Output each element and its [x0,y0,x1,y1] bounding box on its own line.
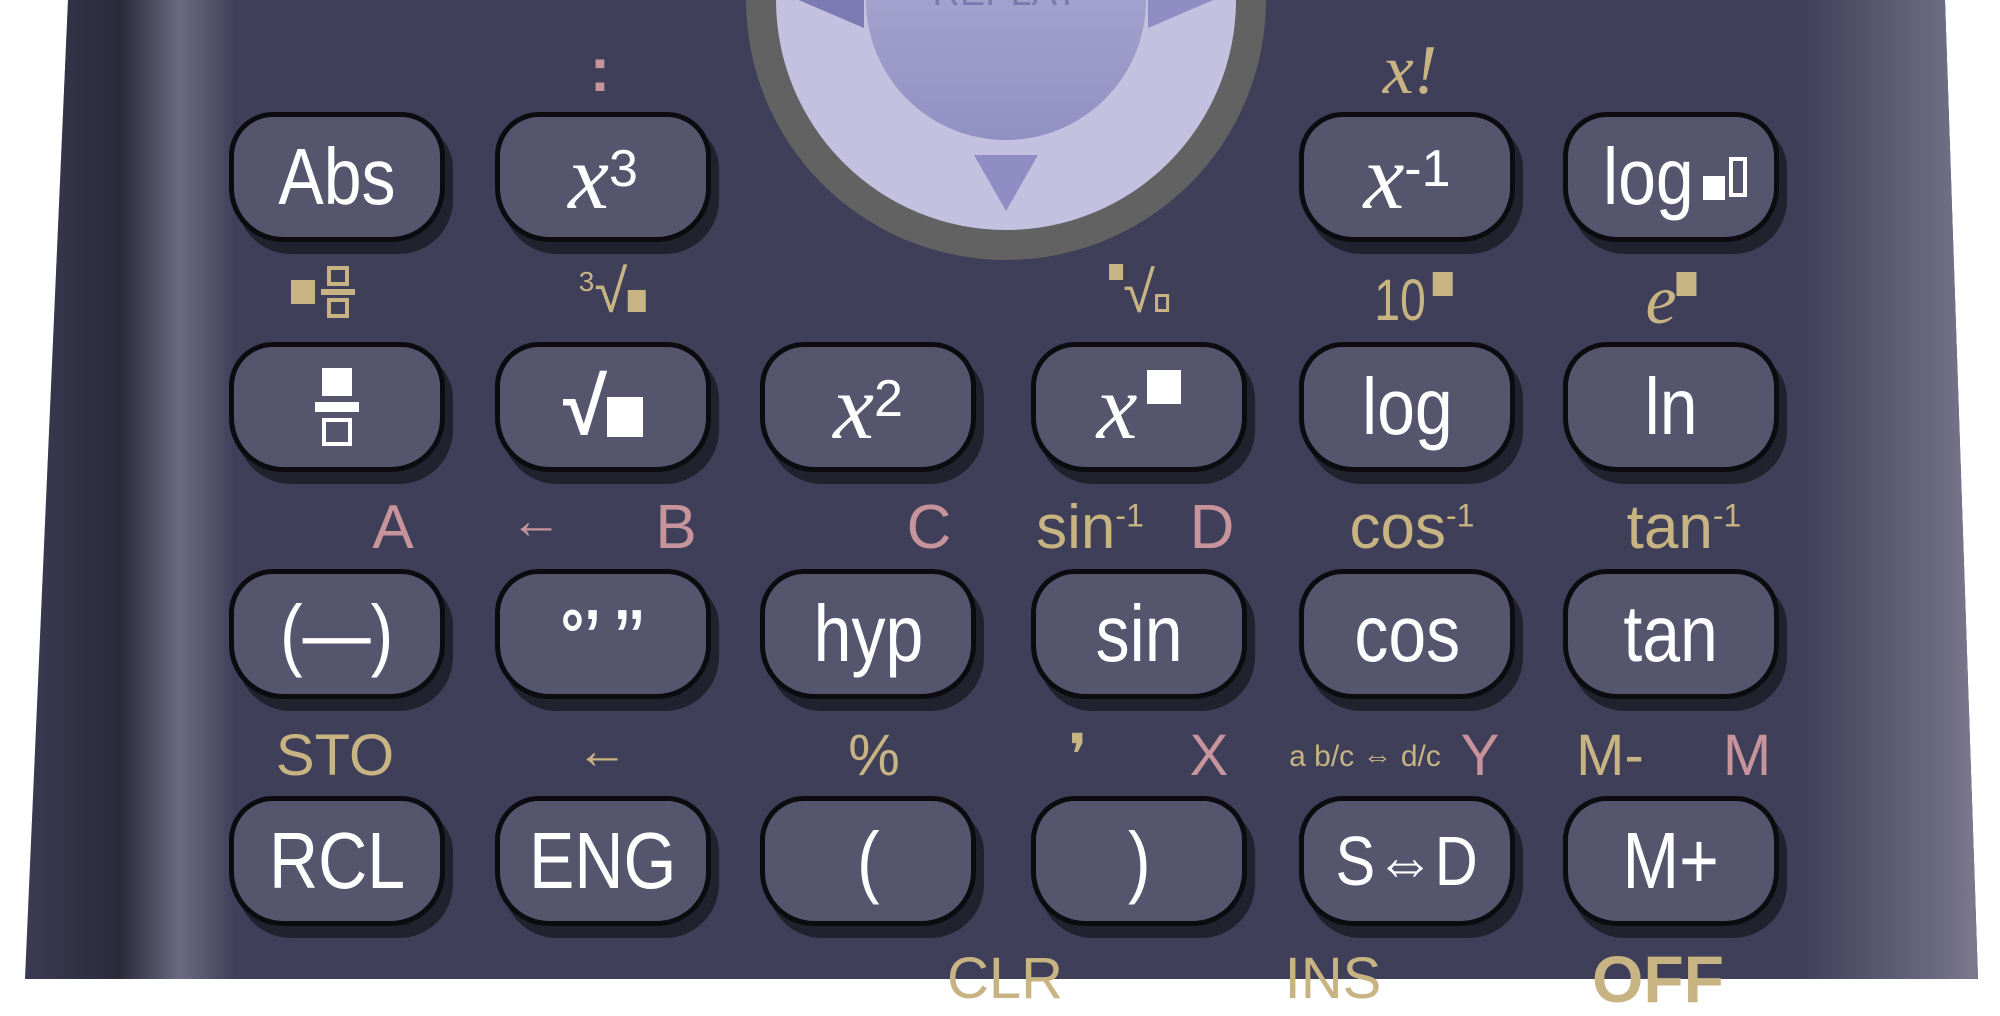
m-plus-key-label: M+ [1622,816,1720,905]
hyp-key[interactable]: hyp [760,569,976,699]
x-cubed-key[interactable]: x3 [495,112,711,242]
cube-root-sign: √ [594,258,628,325]
arg-box-icon [1729,157,1748,197]
open-paren-key[interactable]: ( [760,796,976,926]
x-cubed-sup: 3 [608,140,638,198]
left-arrow-pink-icon: ← [510,492,562,550]
cos-inverse-label: cos-1 [1350,497,1475,559]
shell-left-edge [25,0,240,979]
ten-power-label: 10 [1368,272,1453,330]
m-plus-key[interactable]: M+ [1563,796,1779,926]
mixed-to-improper-label: a b/c ⇔ d/c [1289,740,1441,773]
alpha-A-label: A [372,493,414,562]
sqrt-key[interactable]: √ [495,342,711,472]
tan-inverse-label: tan-1 [1627,497,1742,559]
off-label: OFF [1592,942,1724,1016]
cube-root-index: 3 [578,266,595,297]
ln-key-label: ln [1644,362,1698,451]
sto-label: STO [275,723,395,788]
calculator-body: REPLAY : x! Abs x3 x-1 log 3√ √ 10 e √ x… [0,0,2000,1012]
arrow-left-icon[interactable] [794,0,864,28]
sqrt-key-label: √ [563,362,607,451]
alpha-X-label: X [1189,723,1229,788]
x-root-sign: √ [1123,260,1155,325]
sin-inverse-sup: -1 [1115,497,1144,534]
sin-inverse-label: sin-1 [1036,497,1144,559]
eng-key-label: ENG [529,816,677,905]
arrow-down-icon[interactable] [974,155,1038,211]
fraction-key[interactable] [229,342,445,472]
alpha-C-label: C [906,493,952,562]
cos-inverse-text: cos [1349,493,1447,562]
rcl-key[interactable]: RCL [229,796,445,926]
close-paren-key-label: ) [1127,816,1151,905]
e-power-label: e [1645,262,1697,339]
ln-key[interactable]: ln [1563,342,1779,472]
x-inverse-sup: -1 [1404,140,1451,198]
x-squared-sup: 2 [873,370,903,428]
m-minus-label: M- [1576,723,1644,788]
sin-inverse-text: sin [1036,493,1116,562]
x-inverse-base: x [1363,126,1405,228]
open-paren-key-label: ( [856,816,880,905]
ten-power-base: 10 [1374,268,1426,333]
x-inverse-key[interactable]: x -1 [1299,112,1515,242]
s-to-d-key-label: S⇔D [1335,822,1479,900]
fraction-icon [315,368,359,446]
ins-label: INS [1284,946,1382,1011]
factorial-x: x [1382,32,1414,109]
rcl-key-label: RCL [268,816,406,905]
cos-inverse-sup: -1 [1446,497,1475,534]
factorial-label: x! [1383,36,1437,106]
log-base-label: log [1602,132,1694,221]
tan-key[interactable]: tan [1563,569,1779,699]
cos-key[interactable]: cos [1299,569,1515,699]
x-root-label: √ [1109,264,1169,322]
alpha-Y-label: Y [1460,723,1500,788]
x-cubed-base: x [568,126,609,228]
colon-label: : [589,36,611,105]
alpha-M-label: M [1722,723,1772,788]
x-squared-key[interactable]: x2 [760,342,976,472]
log-key-label: log [1361,362,1453,451]
tan-inverse-sup: -1 [1712,497,1742,534]
x-power-key[interactable]: x [1031,342,1247,472]
abs-key[interactable]: Abs [229,112,445,242]
eng-key[interactable]: ENG [495,796,711,926]
close-paren-key[interactable]: ) [1031,796,1247,926]
clr-label: CLR [946,946,1064,1011]
s-to-d-key[interactable]: S⇔D [1299,796,1515,926]
log-base-key[interactable]: log [1563,112,1779,242]
cos-key-label: cos [1354,589,1460,678]
e-power-base: e [1645,262,1677,339]
sin-key-label: sin [1095,589,1183,678]
mixed-fraction-icon [291,266,355,318]
negative-key-label: (—) [280,589,394,678]
alpha-D-label: D [1189,493,1235,562]
left-arrow-gold-icon: ← [576,722,628,780]
hyp-key-label: hyp [813,589,923,678]
exponent-box-icon [1147,370,1182,404]
alpha-B-label: B [655,493,697,562]
factorial-bang: ! [1413,32,1438,109]
sin-key[interactable]: sin [1031,569,1247,699]
base-box-icon [1703,176,1726,200]
arrow-right-icon[interactable] [1148,0,1218,28]
comma-label: ❜ [1068,723,1088,788]
x-squared-base: x [833,356,874,458]
degrees-key-label: °’ ’’ [560,595,646,673]
negative-key[interactable]: (—) [229,569,445,699]
tan-inverse-text: tan [1626,493,1713,562]
log-key[interactable]: log [1299,342,1515,472]
cube-root-label: 3√ [579,262,646,322]
percent-label: % [848,723,900,788]
tan-key-label: tan [1623,589,1719,678]
sqrt-box-icon [606,397,643,437]
x-power-base: x [1096,356,1138,458]
degrees-key[interactable]: °’ ’’ [495,569,711,699]
abs-key-label: Abs [278,132,396,221]
